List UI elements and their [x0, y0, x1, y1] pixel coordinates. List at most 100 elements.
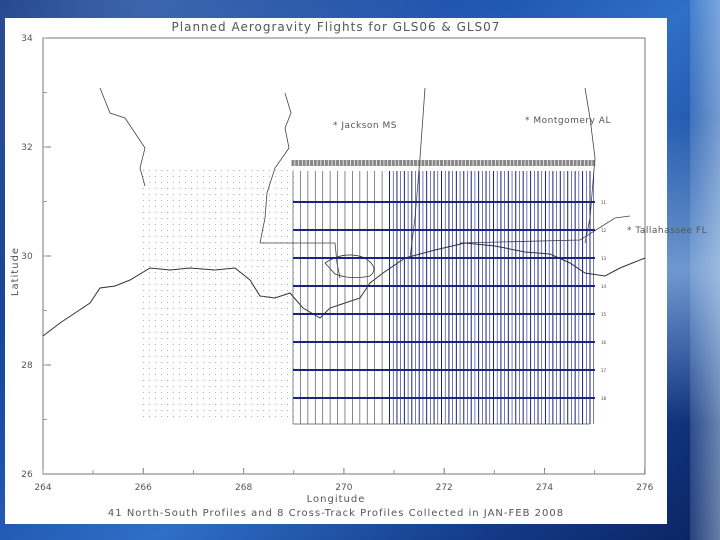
grid-point — [233, 170, 234, 171]
grid-point — [167, 350, 168, 351]
grid-point — [245, 368, 246, 369]
grid-point — [221, 278, 222, 279]
grid-point — [269, 236, 270, 237]
grid-point — [167, 416, 168, 417]
city-tallahassee: * Tallahassee FL — [627, 226, 708, 236]
grid-point — [287, 374, 288, 375]
grid-point — [287, 290, 288, 291]
grid-point — [179, 170, 180, 171]
grid-point — [257, 410, 258, 411]
grid-point — [281, 272, 282, 273]
grid-point — [215, 272, 216, 273]
x-tick-label: 274 — [536, 483, 553, 493]
grid-point — [287, 194, 288, 195]
grid-point — [197, 272, 198, 273]
grid-point — [227, 392, 228, 393]
grid-point — [143, 368, 144, 369]
grid-point — [197, 344, 198, 345]
grid-point — [251, 356, 252, 357]
grid-point — [143, 200, 144, 201]
grid-point — [143, 338, 144, 339]
grid-point — [191, 404, 192, 405]
grid-point — [257, 374, 258, 375]
grid-point — [209, 368, 210, 369]
grid-point — [263, 398, 264, 399]
grid-point — [245, 380, 246, 381]
grid-point — [155, 398, 156, 399]
grid-point — [155, 212, 156, 213]
grid-point — [173, 206, 174, 207]
grid-point — [143, 356, 144, 357]
grid-point — [251, 170, 252, 171]
grid-point — [215, 266, 216, 267]
grid-point — [245, 296, 246, 297]
profile-id-mark — [414, 160, 418, 166]
grid-point — [263, 194, 264, 195]
grid-point — [191, 320, 192, 321]
grid-point — [263, 410, 264, 411]
grid-point — [209, 308, 210, 309]
grid-point — [227, 296, 228, 297]
grid-point — [263, 170, 264, 171]
grid-point — [263, 224, 264, 225]
grid-point — [245, 278, 246, 279]
grid-point — [209, 284, 210, 285]
grid-point — [197, 326, 198, 327]
profile-id-mark — [532, 160, 536, 166]
grid-point — [161, 284, 162, 285]
grid-point — [233, 254, 234, 255]
grid-point — [173, 392, 174, 393]
grid-point — [167, 398, 168, 399]
profile-id-mark — [362, 160, 366, 166]
grid-point — [257, 344, 258, 345]
profile-id-mark — [517, 160, 521, 166]
grid-point — [239, 188, 240, 189]
grid-point — [167, 332, 168, 333]
grid-point — [203, 230, 204, 231]
profile-id-mark — [425, 160, 429, 166]
grid-point — [179, 344, 180, 345]
grid-point — [221, 266, 222, 267]
cross-track-label: 14 — [601, 284, 607, 289]
profile-id-mark — [388, 160, 392, 166]
grid-point — [203, 374, 204, 375]
grid-point — [173, 374, 174, 375]
grid-point — [251, 284, 252, 285]
grid-point — [161, 410, 162, 411]
grid-point — [215, 374, 216, 375]
grid-point — [149, 308, 150, 309]
grid-point — [263, 242, 264, 243]
grid-point — [185, 212, 186, 213]
grid-point — [161, 218, 162, 219]
grid-point — [221, 242, 222, 243]
grid-point — [233, 398, 234, 399]
grid-point — [263, 392, 264, 393]
grid-point — [227, 242, 228, 243]
grid-point — [203, 416, 204, 417]
grid-point — [287, 350, 288, 351]
profile-id-mark — [529, 160, 533, 166]
grid-point — [209, 404, 210, 405]
grid-point — [191, 344, 192, 345]
grid-point — [275, 320, 276, 321]
grid-point — [155, 392, 156, 393]
grid-point — [191, 386, 192, 387]
grid-point — [197, 266, 198, 267]
grid-point — [233, 206, 234, 207]
grid-point — [203, 176, 204, 177]
grid-point — [203, 182, 204, 183]
grid-point — [209, 410, 210, 411]
grid-point — [209, 212, 210, 213]
grid-point — [287, 296, 288, 297]
grid-point — [233, 260, 234, 261]
grid-point — [209, 218, 210, 219]
y-axis-ticks: 34 32 30 28 26 — [21, 34, 51, 480]
grid-point — [155, 350, 156, 351]
grid-point — [221, 326, 222, 327]
grid-point — [227, 308, 228, 309]
grid-point — [155, 326, 156, 327]
grid-point — [275, 386, 276, 387]
grid-point — [263, 374, 264, 375]
grid-point — [197, 308, 198, 309]
grid-point — [149, 272, 150, 273]
